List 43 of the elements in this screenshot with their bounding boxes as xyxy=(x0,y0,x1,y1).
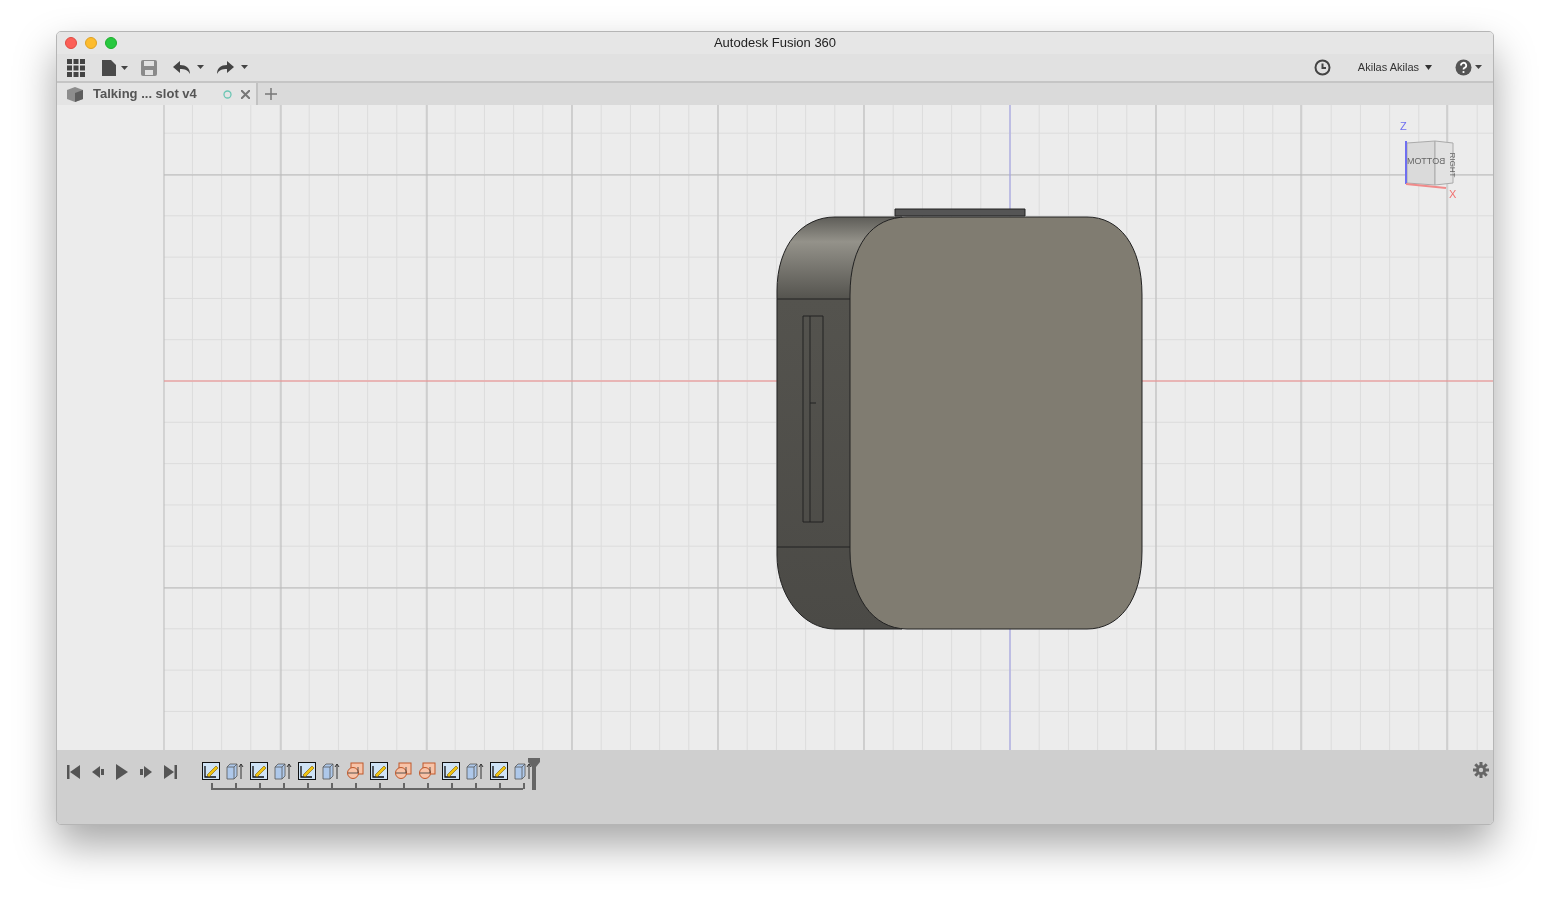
close-tab-icon[interactable] xyxy=(241,89,250,99)
sketch-icon[interactable] xyxy=(370,762,388,780)
skip-to-end-icon[interactable] xyxy=(163,765,177,779)
x-axis-label: X xyxy=(1449,189,1457,200)
step-back-icon[interactable] xyxy=(91,765,105,779)
play-icon[interactable] xyxy=(115,764,129,780)
clock-icon[interactable] xyxy=(1313,59,1331,76)
extrude-icon[interactable] xyxy=(322,762,340,780)
settings-icon[interactable] xyxy=(1473,762,1489,778)
sketch-icon[interactable] xyxy=(298,762,316,780)
extrude-icon[interactable] xyxy=(274,762,292,780)
caret-icon xyxy=(1425,65,1432,70)
plus-icon xyxy=(265,88,277,100)
save-icon[interactable] xyxy=(141,59,157,76)
close-window-button[interactable] xyxy=(65,37,77,49)
app-grid-icon[interactable] xyxy=(67,58,85,77)
user-menu[interactable]: Akilas Akilas xyxy=(1357,59,1432,76)
sketch-icon[interactable] xyxy=(490,762,508,780)
z-axis-label: Z xyxy=(1400,121,1407,132)
fillet-icon[interactable] xyxy=(418,762,436,780)
window-title: Autodesk Fusion 360 xyxy=(713,34,837,53)
undo-icon[interactable] xyxy=(173,60,205,75)
box-icon xyxy=(67,86,83,102)
viewport[interactable]: Z BOTTOM RIGHT X xyxy=(57,105,1493,750)
extrude-icon[interactable] xyxy=(514,762,532,780)
fillet-icon[interactable] xyxy=(346,762,364,780)
unsaved-circle-icon xyxy=(223,89,232,99)
fillet-icon[interactable] xyxy=(394,762,412,780)
file-menu-icon[interactable] xyxy=(102,59,129,76)
extrude-icon[interactable] xyxy=(466,762,484,780)
skip-to-start-icon[interactable] xyxy=(67,765,81,779)
tab-label: Talking ... slot v4 xyxy=(93,85,197,104)
step-forward-icon[interactable] xyxy=(139,765,153,779)
timeline-marker-icon[interactable] xyxy=(528,758,540,790)
sketch-icon[interactable] xyxy=(202,762,220,780)
sketch-icon[interactable] xyxy=(442,762,460,780)
extrude-icon[interactable] xyxy=(226,762,244,780)
redo-icon[interactable] xyxy=(217,60,249,75)
cube-face-label: RIGHT xyxy=(1448,152,1457,178)
cube-face-label: BOTTOM xyxy=(1407,157,1446,166)
help-icon[interactable] xyxy=(1455,59,1483,76)
document-tab[interactable]: Talking ... slot v4 xyxy=(57,83,258,105)
sketch-icon[interactable] xyxy=(250,762,268,780)
